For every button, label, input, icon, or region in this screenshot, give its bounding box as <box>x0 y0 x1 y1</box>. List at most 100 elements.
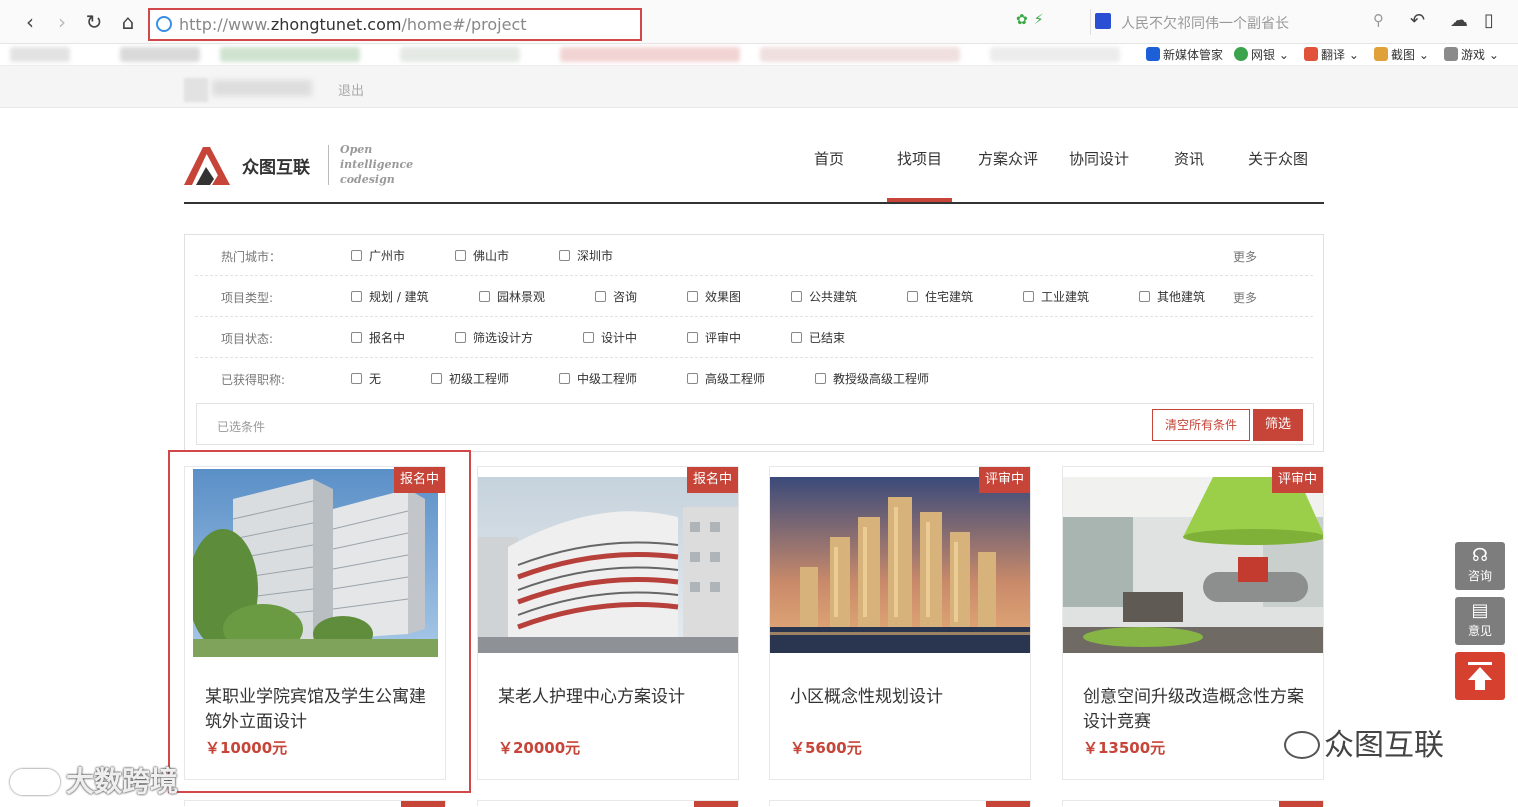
nav-scheme-review[interactable]: 方案众评 <box>978 148 1038 169</box>
checkbox[interactable] <box>559 373 570 384</box>
filter-option[interactable]: 筛选设计方 <box>455 329 533 346</box>
nav-news[interactable]: 资讯 <box>1174 148 1204 169</box>
bookmark-item[interactable]: 网银 ⌄ <box>1234 46 1289 63</box>
nav-about[interactable]: 关于众图 <box>1248 148 1308 169</box>
checkbox[interactable] <box>351 332 362 343</box>
refresh-icon[interactable]: ↻ <box>82 10 106 34</box>
forward-icon[interactable]: › <box>50 10 74 34</box>
blurred-bookmark <box>220 47 360 62</box>
filter-option[interactable]: 其他建筑 <box>1139 288 1205 305</box>
project-image[interactable] <box>770 477 1030 653</box>
arrow-up-icon <box>1468 662 1492 690</box>
project-image[interactable] <box>478 477 738 653</box>
search-input[interactable]: 人民不欠祁同伟一个副省长 <box>1121 13 1289 33</box>
filter-option[interactable]: 中级工程师 <box>559 370 637 387</box>
filter-option[interactable]: 效果图 <box>687 288 741 305</box>
filter-option[interactable]: 已结束 <box>791 329 845 346</box>
filter-option[interactable]: 初级工程师 <box>431 370 509 387</box>
wechat-icon <box>1284 731 1320 759</box>
checkbox[interactable] <box>1139 291 1150 302</box>
bookmark-item[interactable]: 翻译 ⌄ <box>1304 46 1359 63</box>
checkbox[interactable] <box>791 332 802 343</box>
checkbox[interactable] <box>351 373 362 384</box>
filter-option[interactable]: 无 <box>351 370 381 387</box>
address-bar[interactable]: http://www.zhongtunet.com/home#/project <box>148 8 642 41</box>
row-divider <box>195 357 1313 358</box>
filter-option[interactable]: 设计中 <box>583 329 637 346</box>
filter-option[interactable]: 高级工程师 <box>687 370 765 387</box>
bookmark-item[interactable]: 游戏 ⌄ <box>1444 46 1499 63</box>
filter-option[interactable]: 公共建筑 <box>791 288 857 305</box>
back-to-top-button[interactable] <box>1455 652 1505 700</box>
checkbox[interactable] <box>687 373 698 384</box>
bookmark-item[interactable]: 截图 ⌄ <box>1374 46 1429 63</box>
filter-option[interactable]: 规划 / 建筑 <box>351 288 429 305</box>
checkbox[interactable] <box>431 373 442 384</box>
filter-option[interactable]: 深圳市 <box>559 247 613 264</box>
phone-icon[interactable]: ▯ <box>1484 10 1494 31</box>
nav-find-project[interactable]: 找项目 <box>897 148 942 169</box>
filter-option[interactable]: 教授级高级工程师 <box>815 370 929 387</box>
clear-all-button[interactable]: 清空所有条件 <box>1152 409 1250 441</box>
project-card[interactable]: 评审中 小区概念性规划设计 ￥5600元 <box>769 466 1031 780</box>
checkbox[interactable] <box>351 291 362 302</box>
nav-collab-design[interactable]: 协同设计 <box>1069 148 1129 169</box>
bookmark-item[interactable]: 新媒体管家 <box>1146 46 1223 63</box>
checkbox[interactable] <box>907 291 918 302</box>
filter-button[interactable]: 筛选 <box>1253 409 1303 441</box>
filter-option[interactable]: 园林景观 <box>479 288 545 305</box>
checkbox[interactable] <box>559 250 570 261</box>
home-icon[interactable]: ⌂ <box>116 10 140 34</box>
building-illustration <box>478 477 738 653</box>
filter-option[interactable]: 广州市 <box>351 247 405 264</box>
selected-conditions: 已选条件 清空所有条件 筛选 <box>196 403 1314 445</box>
more-cities-link[interactable]: 更多 <box>1233 248 1257 265</box>
project-title[interactable]: 小区概念性规划设计 <box>790 685 1015 710</box>
bookmark-icon <box>1374 47 1388 61</box>
project-title[interactable]: 创意空间升级改造概念性方案设计竞赛 <box>1083 685 1308 735</box>
bookmark-icon <box>1234 47 1248 61</box>
project-card[interactable]: 报名中 某老人护理中心方案设计 ￥20000元 <box>477 466 739 780</box>
checkbox[interactable] <box>455 250 466 261</box>
project-price: ￥13500元 <box>1083 739 1166 757</box>
back-icon[interactable]: ‹ <box>18 10 42 34</box>
project-title[interactable]: 某老人护理中心方案设计 <box>498 685 723 710</box>
avatar[interactable] <box>184 78 208 102</box>
consult-button[interactable]: ☊ 咨询 <box>1455 542 1505 590</box>
feedback-button[interactable]: ▤ 意见 <box>1455 597 1505 645</box>
checkbox[interactable] <box>595 291 606 302</box>
checkbox[interactable] <box>351 250 362 261</box>
checkbox[interactable] <box>583 332 594 343</box>
filter-option[interactable]: 咨询 <box>595 288 637 305</box>
filter-option[interactable]: 工业建筑 <box>1023 288 1089 305</box>
filter-option[interactable]: 报名中 <box>351 329 405 346</box>
blurred-bookmark <box>760 47 960 62</box>
checkbox[interactable] <box>687 332 698 343</box>
search-icon[interactable]: ⚲ <box>1373 11 1384 29</box>
filter-option[interactable]: 评审中 <box>687 329 741 346</box>
search-box[interactable]: 人民不欠祁同伟一个副省长 ⚲ <box>1090 9 1390 35</box>
consult-label: 咨询 <box>1467 569 1492 583</box>
filter-label-status: 项目状态: <box>221 332 274 346</box>
checkbox[interactable] <box>455 332 466 343</box>
logo-icon[interactable] <box>184 145 234 187</box>
project-image[interactable] <box>1063 477 1323 653</box>
status-badge-peek <box>694 801 738 807</box>
nav-home[interactable]: 首页 <box>814 148 844 169</box>
extension-icons[interactable]: ✿⚡ <box>1016 12 1050 28</box>
next-row-card <box>1062 800 1324 807</box>
checkbox[interactable] <box>687 291 698 302</box>
more-types-link[interactable]: 更多 <box>1233 289 1257 306</box>
checkbox[interactable] <box>1023 291 1034 302</box>
checkbox[interactable] <box>815 373 826 384</box>
checkbox[interactable] <box>479 291 490 302</box>
cloud-icon[interactable]: ☁ <box>1450 10 1468 31</box>
next-row-card <box>769 800 1031 807</box>
selected-conditions-label: 已选条件 <box>217 420 266 434</box>
bookmark-icon <box>1444 47 1458 61</box>
filter-option[interactable]: 佛山市 <box>455 247 509 264</box>
logout-link[interactable]: 退出 <box>338 80 364 99</box>
undo-icon[interactable]: ↶ <box>1410 10 1425 31</box>
filter-option[interactable]: 住宅建筑 <box>907 288 973 305</box>
checkbox[interactable] <box>791 291 802 302</box>
